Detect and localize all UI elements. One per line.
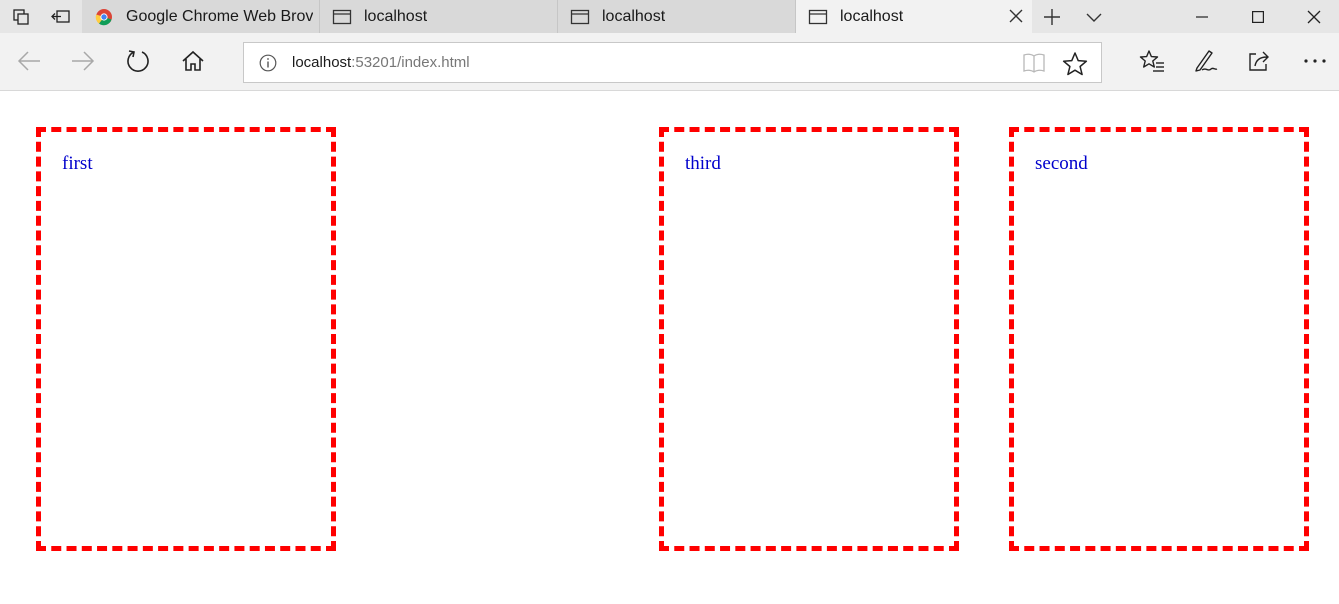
minimize-icon[interactable] <box>1174 0 1230 33</box>
back-icon[interactable] <box>9 41 49 81</box>
close-tab-icon[interactable] <box>1008 8 1024 24</box>
pen-notes-icon[interactable] <box>1186 41 1226 81</box>
tab-label: Google Chrome Web Brov <box>126 7 314 25</box>
tab-label: localhost <box>840 7 904 25</box>
url-host: localhost <box>292 54 352 71</box>
share-icon[interactable] <box>1240 41 1280 81</box>
tab-localhost-1[interactable]: localhost <box>320 0 558 33</box>
tabs-aside-icon[interactable] <box>42 0 80 33</box>
reading-view-icon[interactable] <box>1021 52 1047 74</box>
tab-chrome[interactable]: Google Chrome Web Brov <box>82 0 320 33</box>
close-window-icon[interactable] <box>1286 0 1339 33</box>
chevron-down-icon[interactable] <box>1082 6 1106 28</box>
toolbar: localhost:53201/index.html <box>0 33 1339 91</box>
page-icon <box>332 7 352 27</box>
tab-localhost-2[interactable]: localhost <box>558 0 796 33</box>
title-bar: Google Chrome Web Brov localhost localho… <box>0 0 1339 33</box>
box-label: third <box>685 153 721 174</box>
box-label: second <box>1035 153 1088 174</box>
new-tab-icon[interactable] <box>1040 6 1064 28</box>
maximize-icon[interactable] <box>1230 0 1286 33</box>
set-aside-tabs-icon[interactable] <box>2 0 40 33</box>
page-icon <box>570 7 590 27</box>
address-bar[interactable]: localhost:53201/index.html <box>243 42 1102 83</box>
url-path: :53201/index.html <box>351 54 470 71</box>
home-icon[interactable] <box>173 41 213 81</box>
box-label: first <box>62 153 93 174</box>
forward-icon[interactable] <box>63 41 103 81</box>
more-options-icon[interactable] <box>1295 41 1335 81</box>
tab-label: localhost <box>602 7 666 25</box>
url-text[interactable]: localhost:53201/index.html <box>292 54 470 71</box>
favorites-hub-icon[interactable] <box>1132 41 1172 81</box>
box-first: first <box>36 127 336 551</box>
box-third: third <box>659 127 959 551</box>
refresh-icon[interactable] <box>118 41 158 81</box>
chrome-icon <box>94 7 114 27</box>
tab-label: localhost <box>364 7 428 25</box>
page-content: first third second <box>0 91 1339 604</box>
page-icon <box>808 7 828 27</box>
favorite-star-icon[interactable] <box>1062 51 1088 77</box>
box-second: second <box>1009 127 1309 551</box>
info-icon[interactable] <box>259 54 277 72</box>
tab-localhost-active[interactable]: localhost <box>796 0 1032 33</box>
